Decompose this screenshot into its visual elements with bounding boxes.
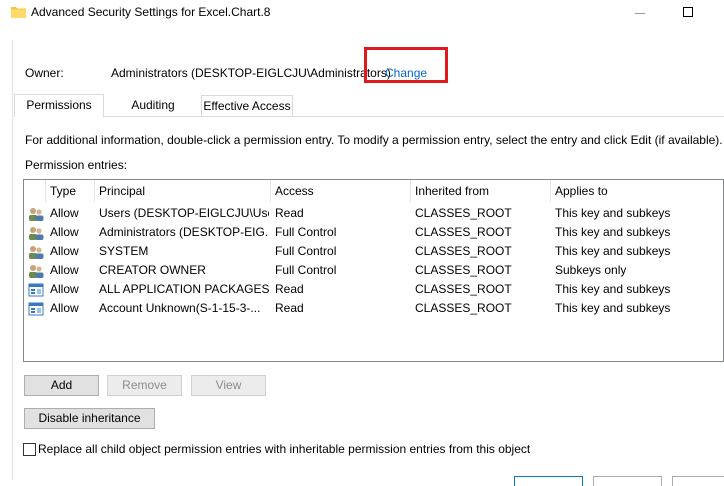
row-principal: Account Unknown(S-1-15-3-... — [99, 301, 261, 315]
replace-child-permissions-label: Replace all child object permission entr… — [38, 442, 531, 456]
cancel-button[interactable] — [593, 476, 662, 486]
view-button[interactable]: View — [191, 375, 266, 396]
owner-label: Owner: — [25, 66, 64, 80]
row-inherited-from: CLASSES_ROOT — [415, 225, 512, 239]
column-header-applies-to[interactable]: Applies to — [551, 180, 723, 202]
user-group-icon — [29, 227, 44, 240]
row-access: Read — [275, 282, 304, 296]
row-applies-to: This key and subkeys — [555, 244, 671, 258]
row-principal: SYSTEM — [99, 244, 149, 258]
minimize-button[interactable] — [628, 2, 652, 22]
row-applies-to: This key and subkeys — [555, 225, 671, 239]
permission-entries-label: Permission entries: — [25, 158, 128, 172]
highlight-annotation — [364, 47, 448, 83]
permission-entries-table[interactable]: Type Principal Access Inherited from App… — [23, 179, 724, 362]
table-row[interactable]: Allow Account Unknown(S-1-15-3-... Read … — [24, 299, 724, 318]
column-header-type[interactable]: Type — [46, 180, 95, 202]
row-access: Read — [275, 206, 304, 220]
tab-effective-access[interactable]: Effective Access — [201, 95, 293, 116]
row-access: Read — [275, 301, 304, 315]
row-type: Allow — [50, 244, 79, 258]
column-header-inherited-from[interactable]: Inherited from — [411, 180, 551, 202]
row-applies-to: This key and subkeys — [555, 282, 671, 296]
row-inherited-from: CLASSES_ROOT — [415, 282, 512, 296]
row-principal: ALL APPLICATION PACKAGES — [99, 282, 269, 296]
add-button[interactable]: Add — [24, 375, 99, 396]
apply-button[interactable] — [672, 476, 724, 486]
table-row[interactable]: Allow SYSTEM Full Control CLASSES_ROOT T… — [24, 242, 724, 261]
row-type: Allow — [50, 206, 79, 220]
row-access: Full Control — [275, 225, 337, 239]
row-inherited-from: CLASSES_ROOT — [415, 301, 512, 315]
app-package-icon — [28, 302, 44, 316]
row-type: Allow — [50, 301, 79, 315]
replace-child-permissions-checkbox[interactable] — [23, 443, 36, 456]
tab-auditing[interactable]: Auditing — [114, 96, 192, 116]
row-type: Allow — [50, 263, 79, 277]
disable-inheritance-button[interactable]: Disable inheritance — [24, 408, 155, 429]
owner-value: Administrators (DESKTOP-EIGLCJU\Administ… — [111, 66, 391, 80]
remove-button[interactable]: Remove — [107, 375, 182, 396]
row-principal: Users (DESKTOP-EIGLCJU\Use... — [99, 206, 269, 220]
row-inherited-from: CLASSES_ROOT — [415, 244, 512, 258]
row-type: Allow — [50, 282, 79, 296]
user-group-icon — [29, 265, 44, 278]
row-applies-to: Subkeys only — [555, 263, 627, 277]
column-header-icon — [24, 180, 46, 202]
tab-strip: Permissions Auditing Effective Access — [14, 94, 724, 117]
table-row[interactable]: Allow Administrators (DESKTOP-EIG... Ful… — [24, 223, 724, 242]
row-inherited-from: CLASSES_ROOT — [415, 263, 512, 277]
row-access: Full Control — [275, 263, 337, 277]
app-package-icon — [28, 283, 44, 297]
user-group-icon — [29, 246, 44, 259]
folder-icon — [11, 7, 26, 18]
column-header-principal[interactable]: Principal — [95, 180, 271, 202]
column-header-access[interactable]: Access — [271, 180, 411, 202]
maximize-button[interactable] — [676, 2, 700, 22]
table-row[interactable]: Allow Users (DESKTOP-EIGLCJU\Use... Read… — [24, 204, 724, 223]
row-applies-to: This key and subkeys — [555, 301, 671, 315]
row-principal: CREATOR OWNER — [99, 263, 206, 277]
user-group-icon — [29, 208, 44, 221]
row-principal: Administrators (DESKTOP-EIG... — [99, 225, 269, 239]
ok-button[interactable] — [514, 476, 583, 486]
info-text: For additional information, double-click… — [25, 133, 723, 147]
row-type: Allow — [50, 225, 79, 239]
row-access: Full Control — [275, 244, 337, 258]
tab-permissions[interactable]: Permissions — [14, 94, 104, 117]
window-title: Advanced Security Settings for Excel.Cha… — [31, 5, 271, 19]
row-applies-to: This key and subkeys — [555, 206, 671, 220]
row-inherited-from: CLASSES_ROOT — [415, 206, 512, 220]
table-row[interactable]: Allow CREATOR OWNER Full Control CLASSES… — [24, 261, 724, 280]
table-row[interactable]: Allow ALL APPLICATION PACKAGES Read CLAS… — [24, 280, 724, 299]
